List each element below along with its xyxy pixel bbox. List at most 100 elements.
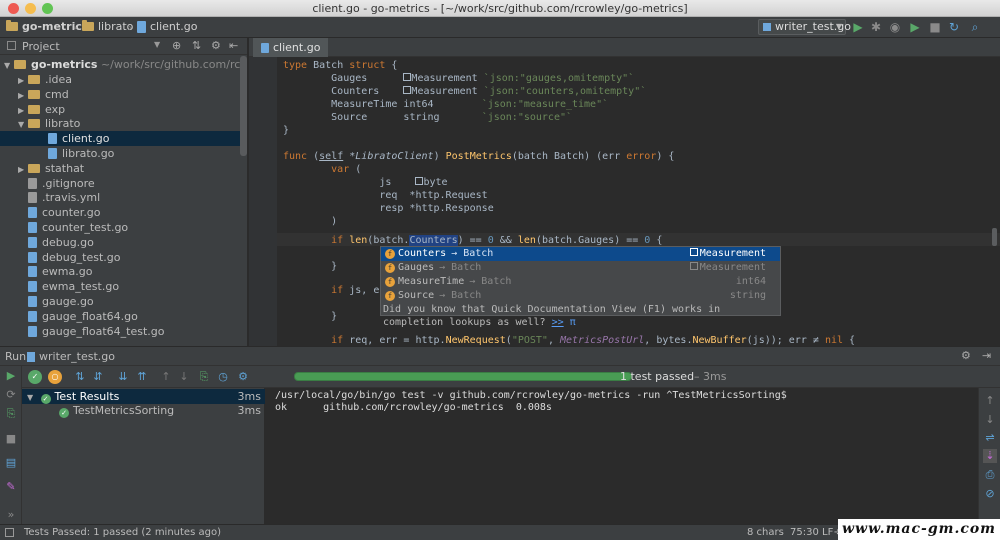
hide-panel-icon[interactable]: ⇤ [229,39,238,52]
soft-wrap-icon[interactable]: ⇌ [983,431,997,445]
project-view-label[interactable]: Project [22,40,60,53]
expand-arrow-icon[interactable]: ▶ [18,103,28,118]
code-line-5: Source string `json:"source"` [283,112,572,123]
run-icon[interactable]: ▶ [851,20,865,34]
debug-icon[interactable]: ✱ [869,20,883,34]
collapse-all-icon[interactable]: ⇅ [192,39,201,52]
collapse-all-icon[interactable]: ⇈ [135,370,149,384]
sync-icon[interactable]: ↻ [947,20,961,34]
chevron-down-icon[interactable]: ▼ [154,40,160,49]
completion-tip-pi[interactable]: π [570,317,576,328]
hide-panel-icon[interactable]: ⇥ [982,349,991,362]
tree-item[interactable]: counter_test.go [0,220,240,235]
history-icon[interactable]: ◷ [216,370,230,384]
tree-item[interactable]: client.go [0,131,240,147]
tree-item[interactable]: librato.go [0,146,240,161]
tree-item[interactable]: ▶ stathat [0,161,240,176]
completion-type: int64 [736,275,766,289]
expand-arrow-icon[interactable]: ▼ [18,117,28,132]
tree-item[interactable]: .gitignore [0,176,240,191]
expand-arrow-icon[interactable]: ▼ [4,58,14,73]
breadcrumb-file[interactable]: client.go [137,20,197,33]
rerun-icon[interactable]: ▶ [908,20,922,34]
tree-item[interactable]: ▶ exp [0,102,240,117]
tree-item[interactable]: ▼ librato [0,116,240,131]
code-line-10: js byte [283,177,448,188]
completion-item[interactable]: f Counters → Batch Measurement [381,247,780,261]
expand-arrow-icon[interactable]: ▶ [18,162,28,177]
completion-detail: → Batch [451,248,494,259]
test-results-root[interactable]: ▼ ✓ Test Results 3ms [22,389,265,404]
tree-item[interactable]: gauge.go [0,294,240,309]
tree-item-root[interactable]: ▼ go-metrics ~/work/src/github.com/rcrowl… [0,57,247,73]
expand-arrow-icon[interactable]: ▶ [18,73,28,88]
project-scrollbar[interactable] [240,56,247,156]
console-output[interactable]: /usr/local/go/bin/go test -v github.com/… [266,388,978,524]
code-line-4: MeasureTime int64 `json:"measure_time"` [283,99,609,110]
tree-item[interactable]: ewma.go [0,264,240,279]
tree-item[interactable]: debug_test.go [0,250,240,265]
completion-tip-link[interactable]: >> [552,317,564,328]
test-status-text: 1 test passed [620,370,695,383]
previous-failed-icon[interactable]: ↑ [159,370,173,384]
rerun-icon[interactable]: ▶ [4,369,18,383]
completion-item[interactable]: f MeasureTime → Batch int64 [381,275,780,289]
selection-chars: 8 chars [747,527,784,538]
tree-item[interactable]: debug.go [0,235,240,250]
completion-detail: → Batch [439,290,482,301]
scroll-to-end-icon[interactable]: ⇣ [983,449,997,463]
next-failed-icon[interactable]: ↓ [177,370,191,384]
show-passed-icon[interactable]: ✓ [28,370,42,384]
show-ignored-icon[interactable]: ○ [48,370,62,384]
gear-icon[interactable]: ⚙ [211,39,221,52]
print-icon[interactable]: ⎙ [983,468,997,482]
tool-windows-icon[interactable] [5,528,14,537]
completion-item[interactable]: f Source → Batch string [381,289,780,303]
scroll-up-icon[interactable]: ↑ [983,394,997,408]
tree-item[interactable]: counter.go [0,205,240,220]
completion-item[interactable]: f Gauges → Batch Measurement [381,261,780,275]
editor-scrollbar[interactable] [992,228,997,246]
tab-client-go[interactable]: client.go [253,38,329,57]
gear-icon[interactable]: ⚙ [961,349,971,362]
pin-icon[interactable]: ✎ [4,480,18,494]
expand-arrow-icon[interactable]: ▶ [18,88,28,103]
run-tab-label[interactable]: writer_test.go [39,350,115,363]
breadcrumb-separator: › [73,21,78,34]
test-time: 3ms [237,390,261,403]
stop-icon[interactable]: ■ [928,20,942,34]
tree-item[interactable]: gauge_float64_test.go [0,324,240,339]
tree-item[interactable]: .travis.yml [0,190,240,205]
search-everywhere-icon[interactable]: ⌕ [968,20,982,34]
code-line-11: req *http.Request [283,190,488,201]
toggle-auto-test-icon[interactable]: ⎘ [4,407,18,421]
more-icon[interactable]: » [4,508,18,522]
run-configuration-select[interactable]: writer_test.go ▼ [758,19,851,35]
layout-icon[interactable]: ▤ [4,456,18,470]
scroll-down-icon[interactable]: ↓ [983,413,997,427]
field-icon: f [385,263,395,273]
test-item[interactable]: ✓ TestMetricsSorting 3ms [22,403,265,418]
scroll-from-source-icon[interactable]: ⊕ [172,39,181,52]
sort-alpha-icon[interactable]: ⇅ [73,370,87,384]
tree-item[interactable]: ▶ .idea [0,72,240,87]
completion-type-label: Measurement [699,248,766,259]
sort-duration-icon[interactable]: ⇵ [91,370,105,384]
clear-all-icon[interactable]: ⊘ [983,487,997,501]
coverage-icon[interactable]: ◉ [888,20,902,34]
status-message[interactable]: Tests Passed: 1 passed (2 minutes ago) [24,525,221,540]
breadcrumb-librato[interactable]: librato [82,20,133,33]
gear-icon[interactable]: ⚙ [236,370,250,384]
caret-position[interactable]: 75:30 [790,525,819,540]
folder-icon [28,104,40,114]
code-line-23: if req, err = http.NewRequest("POST", Me… [283,335,856,346]
stop-icon[interactable]: ■ [4,432,18,446]
test-duration: – 3ms [694,370,727,383]
expand-all-icon[interactable]: ⇊ [116,370,130,384]
tree-item[interactable]: ewma_test.go [0,279,240,294]
rerun-failed-icon[interactable]: ⟳ [4,388,18,402]
tree-item[interactable]: gauge_float64.go [0,309,240,324]
export-icon[interactable]: ⎘ [197,370,211,384]
tree-item-label: debug.go [42,235,94,249]
tree-item[interactable]: ▶ cmd [0,87,240,102]
